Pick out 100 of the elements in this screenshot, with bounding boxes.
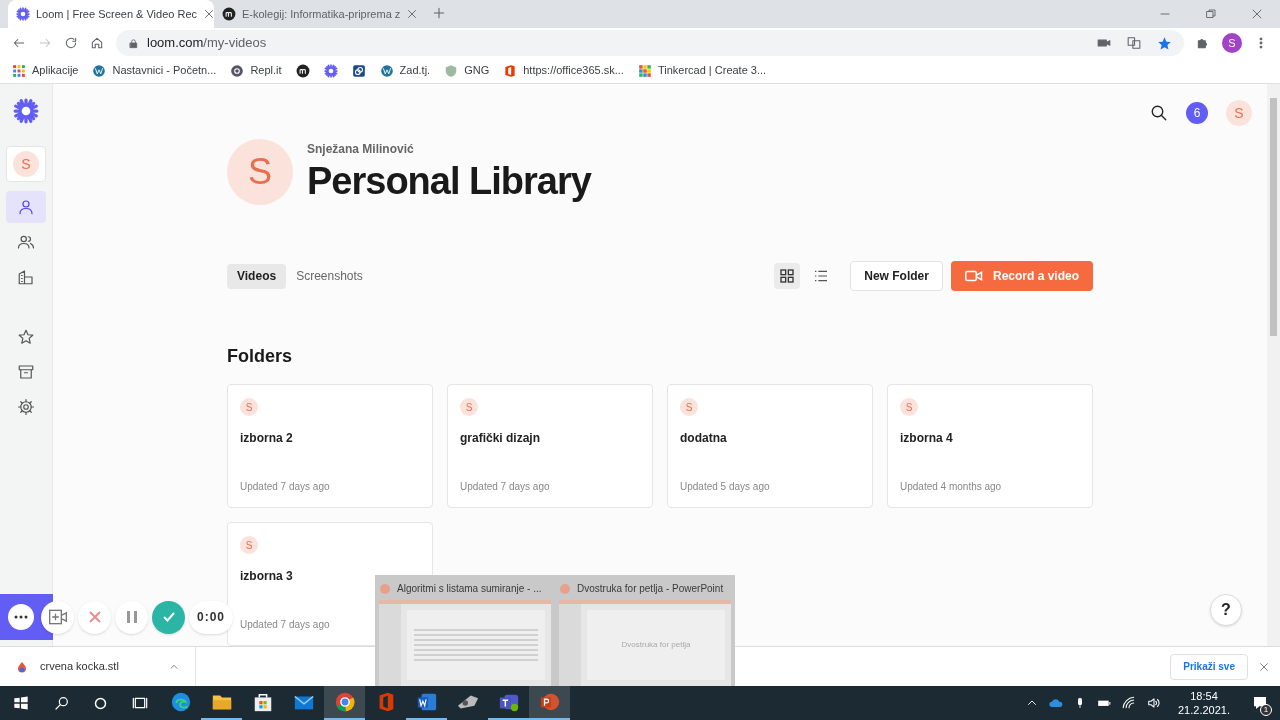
- grid-logo-icon: [637, 63, 652, 78]
- folder-updated: Updated 7 days ago: [240, 480, 331, 494]
- windows-icon[interactable]: [13, 695, 29, 711]
- owner-name: Snježana Milinović: [307, 141, 415, 158]
- folder-name: izborna 3: [240, 568, 294, 585]
- notification-badge[interactable]: 6: [1186, 102, 1208, 124]
- star-icon[interactable]: [1157, 35, 1172, 51]
- close-icon[interactable]: [1251, 8, 1263, 20]
- notification-center-button[interactable]: 1: [1240, 686, 1280, 720]
- building-icon: [17, 268, 35, 286]
- task-view-icon[interactable]: [132, 695, 148, 711]
- folder-updated: Updated 5 days ago: [680, 480, 771, 494]
- bookmark-link[interactable]: Aplikacije: [32, 62, 79, 79]
- folder-updated: Updated 7 days ago: [240, 618, 331, 632]
- recording-timer: 0:00: [189, 600, 234, 634]
- close-icon[interactable]: [1259, 661, 1269, 672]
- folder-card[interactable]: S izborna 4 Updated 4 months ago: [887, 384, 1093, 508]
- grid-view-button[interactable]: [774, 263, 801, 289]
- slide-text: Dvostruka for petlja: [621, 639, 691, 651]
- slide-thumbnail[interactable]: [379, 600, 551, 686]
- restore-icon[interactable]: [1205, 8, 1217, 20]
- folder-updated: Updated 4 months ago: [900, 480, 1003, 494]
- search-icon[interactable]: [53, 695, 70, 711]
- page-title: Personal Library: [307, 159, 591, 204]
- people-icon: [17, 233, 35, 251]
- bookmark-link[interactable]: https://office365.sk...: [523, 62, 624, 79]
- apps-grid-icon: [12, 63, 26, 78]
- list-icon: [813, 268, 830, 284]
- wp-logo-icon: [379, 63, 394, 78]
- new-folder-button[interactable]: New Folder: [850, 261, 943, 291]
- wp-logo-icon: [92, 63, 107, 78]
- search-icon[interactable]: [1150, 104, 1168, 122]
- help-button[interactable]: ?: [1210, 594, 1242, 626]
- shield-icon: [444, 63, 459, 78]
- address-bar[interactable]: loom.com/my-videos: [116, 30, 1184, 56]
- user-avatar: S: [227, 139, 293, 205]
- clock-time: 18:54: [1190, 689, 1218, 703]
- message-icon: [1252, 695, 1268, 711]
- camera-icon: [47, 608, 68, 626]
- chrome-icon: [333, 691, 356, 713]
- link-logo-icon[interactable]: [351, 63, 366, 78]
- person-icon: [17, 198, 35, 216]
- bookmark-link[interactable]: Tinkercad | Create 3...: [657, 62, 767, 79]
- taskbar-app[interactable]: [324, 686, 365, 720]
- browser-tab[interactable]: Loom | Free Screen & Video Rec: [8, 0, 214, 28]
- sidebar-item[interactable]: [6, 191, 46, 223]
- close-icon: [87, 610, 102, 624]
- speaker-icon[interactable]: [1146, 696, 1162, 710]
- clock-date: 21.2.2021.: [1178, 703, 1230, 717]
- folder-name: izborna 4: [900, 430, 954, 447]
- preview-title[interactable]: Dvostruka for petlja - PowerPoint: [577, 581, 724, 596]
- bookmark-link[interactable]: Zad.tj.: [399, 62, 431, 79]
- translate-icon[interactable]: [1127, 36, 1141, 50]
- folder-card[interactable]: S dodatna Updated 5 days ago: [667, 384, 873, 508]
- pause-icon: [124, 610, 139, 624]
- bookmark-link[interactable]: Repl.it: [250, 62, 282, 79]
- settings-icon: [17, 398, 35, 416]
- reload-icon[interactable]: [64, 36, 78, 50]
- puzzle-icon[interactable]: [1196, 36, 1210, 50]
- star-icon: [17, 328, 35, 346]
- close-icon[interactable]: [406, 8, 419, 20]
- owner-avatar: S: [460, 398, 478, 416]
- show-all-button[interactable]: Prikaži sve: [1170, 653, 1248, 680]
- owner-avatar: S: [680, 398, 698, 416]
- tab[interactable]: Videos: [227, 263, 287, 289]
- bookmark-link[interactable]: Nastavnici - Početn...: [112, 62, 217, 79]
- archive-icon: [17, 363, 35, 381]
- camera-icon[interactable]: [1097, 36, 1111, 50]
- back-icon[interactable]: [12, 36, 26, 50]
- scrollbar-thumb[interactable]: [1270, 98, 1277, 336]
- swirl-logo-icon: [230, 63, 245, 78]
- flower-icon[interactable]: [13, 98, 39, 124]
- pause-button[interactable]: [115, 600, 148, 634]
- lock-icon: [128, 37, 139, 49]
- folder-card[interactable]: S izborna 2 Updated 7 days ago: [227, 384, 433, 508]
- browser-tab[interactable]: E-kolegij: Informatika-priprema z: [214, 0, 420, 28]
- download-file[interactable]: crvena kocka.stl: [40, 658, 119, 675]
- m-logo-icon[interactable]: [295, 63, 310, 78]
- section-title: Folders: [227, 345, 293, 368]
- owner-avatar: S: [900, 398, 918, 416]
- close-icon[interactable]: [203, 8, 215, 20]
- owner-avatar: S: [240, 398, 258, 416]
- tab[interactable]: Screenshots: [286, 263, 373, 289]
- word-icon: [415, 691, 438, 713]
- camera-icon: [964, 269, 983, 283]
- circle-icon[interactable]: [93, 695, 108, 711]
- home-icon[interactable]: [90, 36, 104, 50]
- office-logo-icon: [503, 63, 518, 78]
- profile-avatar[interactable]: S: [1222, 33, 1242, 53]
- folder-card[interactable]: S grafički dizajn Updated 7 days ago: [447, 384, 653, 508]
- flower-icon: [16, 7, 30, 21]
- owner-avatar: S: [240, 536, 258, 554]
- flower-icon[interactable]: [323, 63, 338, 78]
- edge-icon: [169, 691, 192, 713]
- bookmark-link[interactable]: GNG: [464, 62, 490, 79]
- grid-icon: [779, 268, 796, 284]
- wifi-icon[interactable]: [1122, 696, 1136, 710]
- folder-name: dodatna: [680, 430, 728, 447]
- more-icon: [14, 615, 28, 619]
- folder-name: grafički dizajn: [460, 430, 542, 447]
